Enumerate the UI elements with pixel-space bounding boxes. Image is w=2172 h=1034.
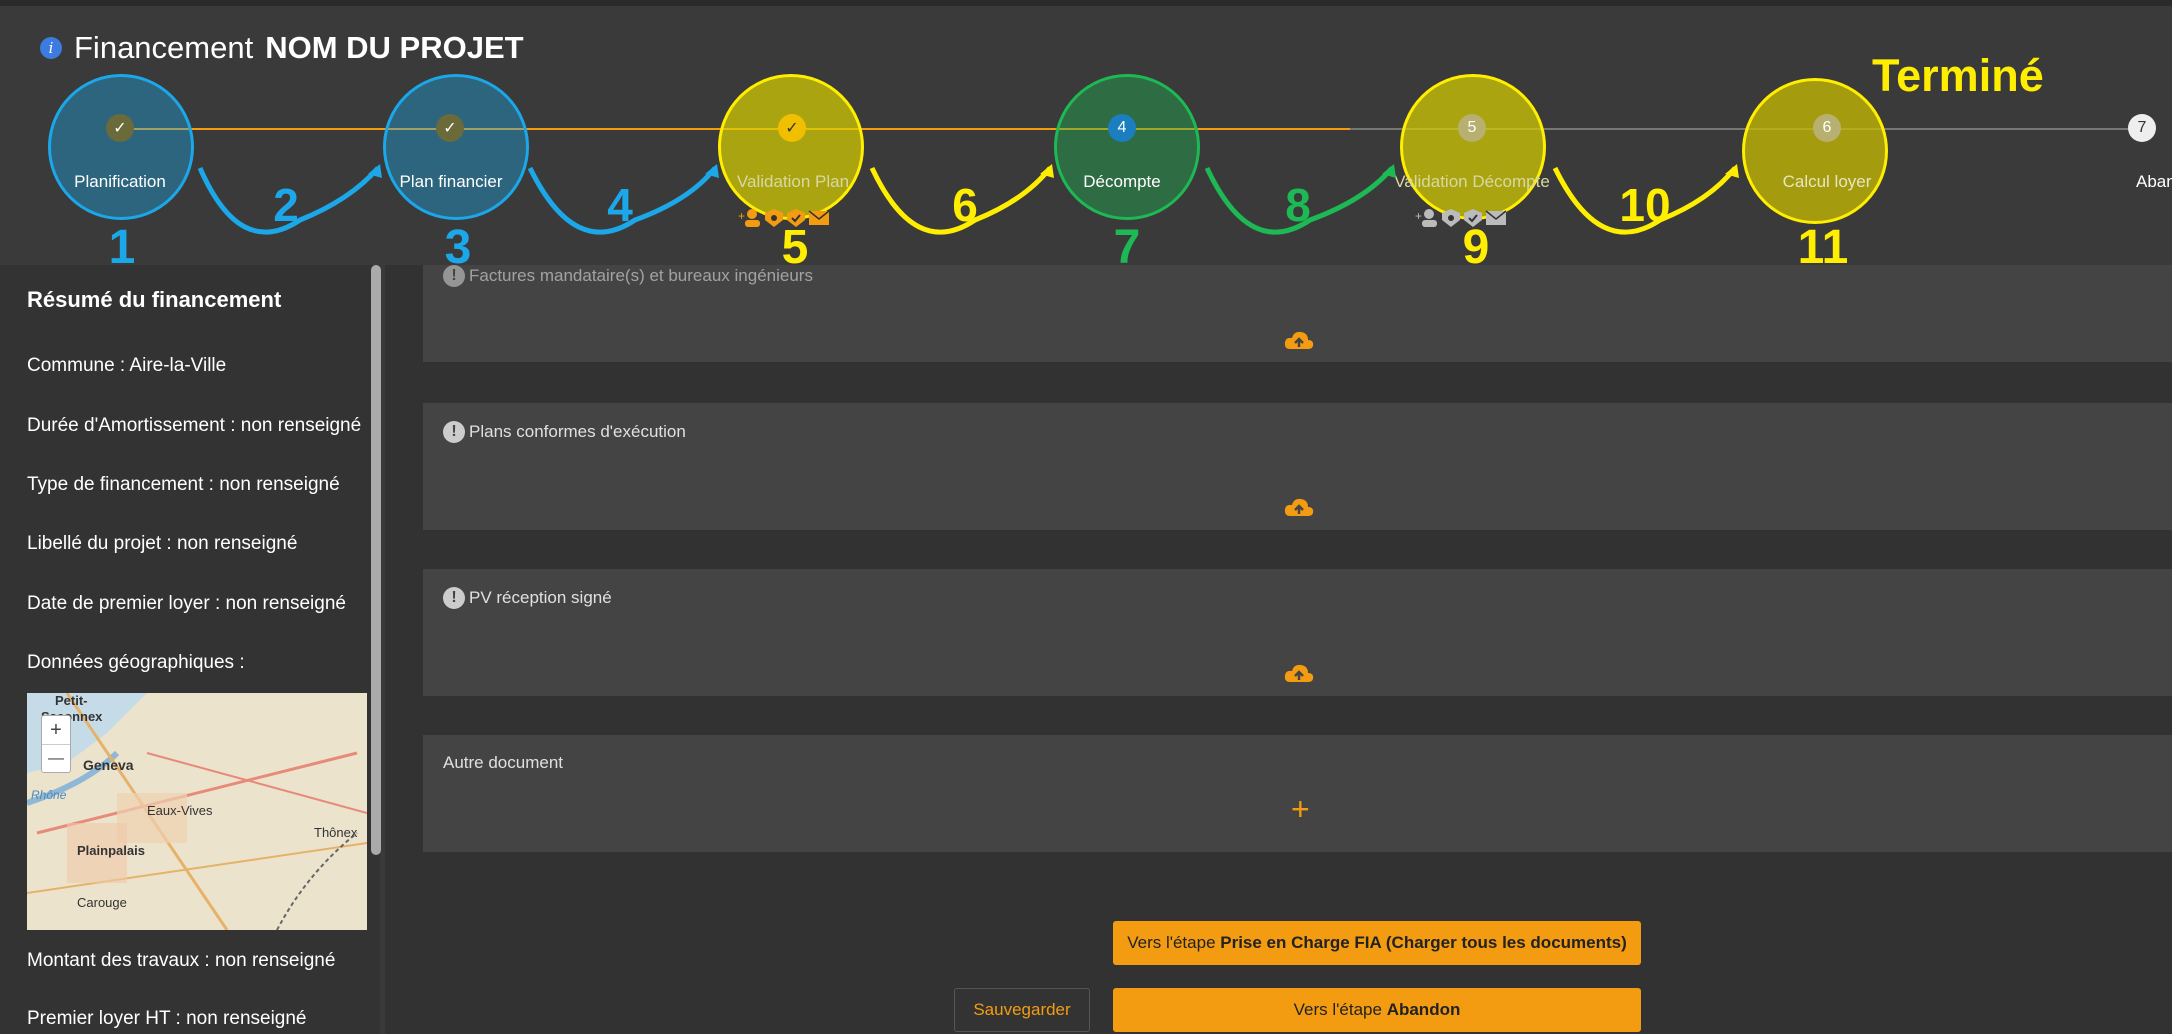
summary-premier-loyer: Premier loyer HT : non renseigné: [27, 1008, 307, 1029]
save-button[interactable]: Sauvegarder: [954, 988, 1090, 1032]
info-icon: i: [40, 37, 62, 59]
zoom-in-button[interactable]: +: [42, 716, 70, 745]
annotation-6: 6: [952, 179, 978, 231]
warning-icon: !: [443, 421, 465, 443]
summary-geo: Données géographiques :: [27, 652, 245, 673]
annotation-10: 10: [1619, 179, 1671, 231]
sidebar-scrollbar[interactable]: [371, 265, 381, 855]
document-label-plans: ! Plans conformes d'exécution: [443, 421, 686, 443]
upload-icon[interactable]: [1284, 496, 1314, 520]
summary-type: Type de financement : non renseigné: [27, 474, 340, 495]
document-title: PV réception signé: [469, 588, 612, 607]
map-label-thonex: Thônex: [314, 825, 358, 840]
document-label-pv: ! PV réception signé: [443, 587, 612, 609]
map-zoom-control: + —: [41, 715, 71, 773]
document-panel-autre: Autre document +: [423, 735, 2172, 852]
map-label-rhone: Rhône: [31, 788, 67, 802]
document-title: Autre document: [443, 753, 564, 772]
map[interactable]: Petit- Saconnex Geneva Eaux-Vives Plainp…: [27, 693, 367, 930]
map-label-geneva: Geneva: [83, 757, 134, 773]
stepper: ✓ Planification ✓ Plan financier ✓ Valid…: [0, 50, 2172, 280]
sidebar-title: Résumé du financement: [27, 287, 282, 312]
document-panel-pv: ! PV réception signé: [423, 569, 2172, 696]
top-bar: [0, 0, 2172, 6]
annotation-8: 8: [1285, 179, 1311, 231]
next-step-prefix: Vers l'étape: [1127, 933, 1221, 952]
abandon-step-prefix: Vers l'étape: [1293, 1000, 1387, 1019]
map-label-petit: Petit-: [55, 693, 88, 708]
status-label: Terminé: [1872, 50, 2044, 101]
summary-date-loyer: Date de premier loyer : non renseigné: [27, 593, 346, 614]
summary-duree: Durée d'Amortissement : non renseigné: [27, 415, 362, 436]
warning-icon: !: [443, 587, 465, 609]
add-document-button[interactable]: +: [1291, 791, 1310, 828]
next-step-button[interactable]: Vers l'étape Prise en Charge FIA (Charge…: [1113, 921, 1641, 965]
map-label-plainpalais: Plainpalais: [77, 843, 145, 858]
abandon-step-button[interactable]: Vers l'étape Abandon: [1113, 988, 1641, 1032]
next-step-target: Prise en Charge FIA (Charger tous les do…: [1220, 933, 1627, 952]
annotation-2: 2: [273, 179, 299, 231]
summary-libelle: Libellé du projet : non renseigné: [27, 533, 298, 554]
document-title: Factures mandataire(s) et bureaux ingéni…: [469, 266, 813, 285]
document-panel-plans: ! Plans conformes d'exécution: [423, 403, 2172, 530]
zoom-out-button[interactable]: —: [42, 745, 70, 772]
warning-icon: !: [443, 265, 465, 287]
summary-commune: Commune : Aire-la-Ville: [27, 355, 227, 376]
upload-icon[interactable]: [1284, 662, 1314, 686]
map-label-carouge: Carouge: [77, 895, 127, 910]
document-label-autre: Autre document: [443, 753, 563, 773]
summary-montant: Montant des travaux : non renseigné: [27, 950, 336, 971]
document-label-factures: ! Factures mandataire(s) et bureaux ingé…: [443, 265, 813, 287]
abandon-step-target: Abandon: [1386, 1000, 1461, 1019]
upload-icon[interactable]: [1284, 329, 1314, 353]
document-panel-factures: ! Factures mandataire(s) et bureaux ingé…: [423, 265, 2172, 362]
annotation-4: 4: [607, 179, 633, 231]
map-label-eaux-vives: Eaux-Vives: [147, 803, 213, 818]
document-title: Plans conformes d'exécution: [469, 422, 686, 441]
